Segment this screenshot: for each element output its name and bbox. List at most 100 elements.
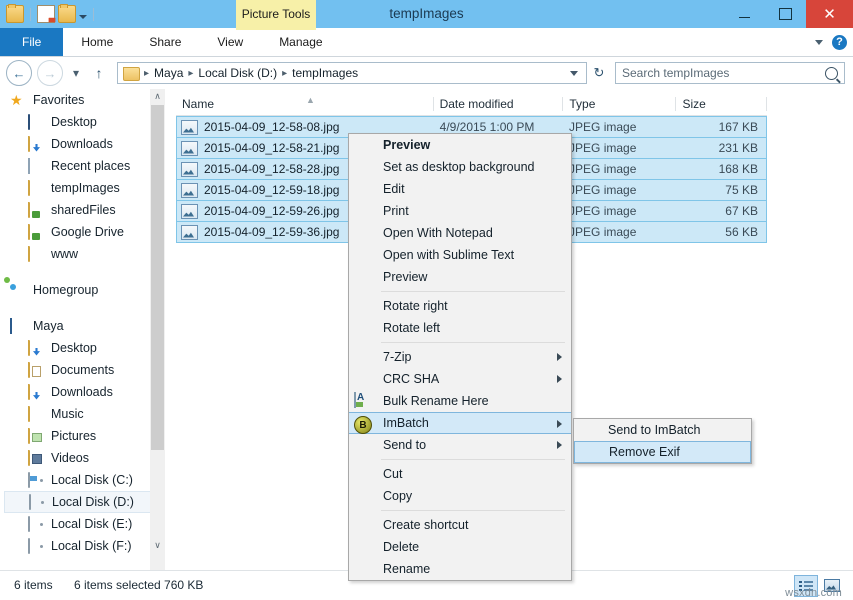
sidebar-item-downloads[interactable]: Downloads: [4, 133, 152, 155]
menu-item-rotate-left[interactable]: Rotate left: [349, 317, 571, 339]
system-drive-icon: [28, 472, 30, 488]
sidebar-item-videos[interactable]: Videos: [4, 447, 152, 469]
bulk-rename-icon: [354, 393, 370, 409]
tab-home[interactable]: Home: [63, 28, 131, 56]
sidebar-item-maya-downloads[interactable]: Downloads: [4, 381, 152, 403]
file-name-text: 2015-04-09_12-59-26.jpg: [204, 204, 339, 218]
column-divider[interactable]: [766, 97, 767, 111]
menu-item-rename[interactable]: Rename: [349, 558, 571, 580]
sidebar-item-recent-places[interactable]: Recent places: [4, 155, 152, 177]
file-type-cell: JPEG image: [563, 225, 676, 239]
address-dropdown-icon[interactable]: [570, 71, 578, 76]
navigation-pane-scrollbar[interactable]: ∧ ∨: [150, 89, 165, 571]
sidebar-item-local-disk-f[interactable]: Local Disk (F:): [4, 535, 152, 557]
ribbon-tabs: File Home Share View Manage: [0, 28, 341, 56]
menu-separator: [381, 342, 565, 343]
menu-item-7-zip[interactable]: 7-Zip: [349, 346, 571, 368]
scroll-up-icon[interactable]: ∧: [150, 89, 165, 104]
recent-locations-button[interactable]: ▾: [68, 66, 84, 80]
search-input[interactable]: Search tempImages: [615, 62, 845, 84]
refresh-button[interactable]: ↻: [587, 65, 611, 81]
sidebar-item-music[interactable]: Music: [4, 403, 152, 425]
tab-manage[interactable]: Manage: [261, 28, 340, 56]
menu-item-imbatch[interactable]: B ImBatch: [349, 412, 571, 434]
scroll-down-icon[interactable]: ∨: [150, 538, 165, 553]
menu-item-open-with-sublime-text[interactable]: Open with Sublime Text: [349, 244, 571, 266]
sidebar-item-label: Desktop: [51, 341, 97, 355]
submenu-item-remove-exif[interactable]: Remove Exif: [574, 441, 751, 463]
sidebar-item-label: Documents: [51, 363, 114, 377]
menu-item-edit[interactable]: Edit: [349, 178, 571, 200]
ribbon-right-controls: ?: [815, 28, 847, 56]
column-header-size[interactable]: Size: [676, 93, 767, 115]
customize-caret-icon[interactable]: [79, 15, 87, 19]
tab-share[interactable]: Share: [131, 28, 199, 56]
breadcrumb-item-local-disk-d[interactable]: Local Disk (D:): [195, 63, 280, 83]
menu-item-copy[interactable]: Copy: [349, 485, 571, 507]
menu-item-cut[interactable]: Cut: [349, 463, 571, 485]
sidebar-item-tempimages[interactable]: tempImages: [4, 177, 152, 199]
column-header-label: Date modified: [440, 97, 514, 111]
breadcrumb-item-tempimages[interactable]: tempImages: [289, 63, 361, 83]
new-folder-icon[interactable]: [58, 5, 76, 23]
menu-item-create-shortcut[interactable]: Create shortcut: [349, 514, 571, 536]
column-header-date-modified[interactable]: Date modified: [434, 93, 564, 115]
chevron-down-icon[interactable]: [815, 40, 823, 45]
sidebar-item-maya-desktop[interactable]: Desktop: [4, 337, 152, 359]
sidebar-item-label: Local Disk (E:): [51, 517, 132, 531]
desktop-folder-icon: [28, 340, 30, 356]
properties-icon[interactable]: [37, 5, 55, 23]
up-button[interactable]: ↑: [89, 65, 109, 81]
menu-item-crc-sha[interactable]: CRC SHA: [349, 368, 571, 390]
close-button[interactable]: ✕: [806, 0, 853, 28]
sidebar-item-documents[interactable]: Documents: [4, 359, 152, 381]
tab-file[interactable]: File: [0, 28, 63, 56]
menu-item-send-to[interactable]: Send to: [349, 434, 571, 456]
sidebar-group-label: Favorites: [33, 93, 84, 107]
jpeg-image-icon: [181, 204, 198, 219]
sidebar-item-label: Google Drive: [51, 225, 124, 239]
address-folder-icon: [123, 67, 140, 81]
menu-item-open-with-notepad[interactable]: Open With Notepad: [349, 222, 571, 244]
menu-item-preview[interactable]: Preview: [349, 134, 571, 156]
sidebar-item-local-disk-e[interactable]: Local Disk (E:): [4, 513, 152, 535]
imbatch-submenu: Send to ImBatch Remove Exif: [573, 418, 752, 464]
menu-item-print[interactable]: Print: [349, 200, 571, 222]
menu-item-preview-2[interactable]: Preview: [349, 266, 571, 288]
sidebar-item-google-drive[interactable]: Google Drive: [4, 221, 152, 243]
column-header-name[interactable]: Name ▲: [176, 93, 434, 115]
maximize-button[interactable]: [765, 0, 806, 28]
menu-item-bulk-rename-here[interactable]: Bulk Rename Here: [349, 390, 571, 412]
sidebar-group-homegroup[interactable]: Homegroup: [4, 279, 152, 301]
breadcrumb-item-maya[interactable]: Maya: [151, 63, 186, 83]
sidebar-item-desktop[interactable]: Desktop: [4, 111, 152, 133]
file-name-text: 2015-04-09_12-59-18.jpg: [204, 183, 339, 197]
status-selection-info: 6 items selected 760 KB: [74, 578, 203, 592]
sidebar-item-www[interactable]: www: [4, 243, 152, 265]
menu-item-delete[interactable]: Delete: [349, 536, 571, 558]
file-size-cell: 231 KB: [676, 141, 766, 155]
drive-icon: [28, 516, 30, 532]
menu-item-set-as-desktop-background[interactable]: Set as desktop background: [349, 156, 571, 178]
sidebar-item-pictures[interactable]: Pictures: [4, 425, 152, 447]
menu-item-rotate-right[interactable]: Rotate right: [349, 295, 571, 317]
forward-button[interactable]: →: [37, 60, 63, 86]
folder-icon[interactable]: [6, 5, 24, 23]
picture-tools-tab-header[interactable]: Picture Tools: [236, 0, 316, 28]
sidebar-group-maya[interactable]: Maya: [4, 315, 152, 337]
column-header-type[interactable]: Type: [563, 93, 676, 115]
sidebar-item-local-disk-d[interactable]: Local Disk (D:): [4, 491, 152, 513]
breadcrumb-separator-2: ▸: [280, 68, 289, 79]
minimize-button[interactable]: [724, 0, 765, 28]
qat-divider-2: [93, 8, 94, 21]
sidebar-group-favorites[interactable]: ★ Favorites: [4, 89, 152, 111]
submenu-item-send-to-imbatch[interactable]: Send to ImBatch: [574, 419, 751, 441]
tab-view[interactable]: View: [199, 28, 261, 56]
sidebar-item-local-disk-c[interactable]: Local Disk (C:): [4, 469, 152, 491]
breadcrumb[interactable]: ▸ Maya ▸ Local Disk (D:) ▸ tempImages: [117, 62, 587, 84]
sidebar-item-sharedfiles[interactable]: sharedFiles: [4, 199, 152, 221]
back-button[interactable]: ←: [6, 60, 32, 86]
help-icon[interactable]: ?: [832, 35, 847, 50]
file-size-cell: 75 KB: [676, 183, 766, 197]
scrollbar-thumb[interactable]: [151, 105, 164, 450]
